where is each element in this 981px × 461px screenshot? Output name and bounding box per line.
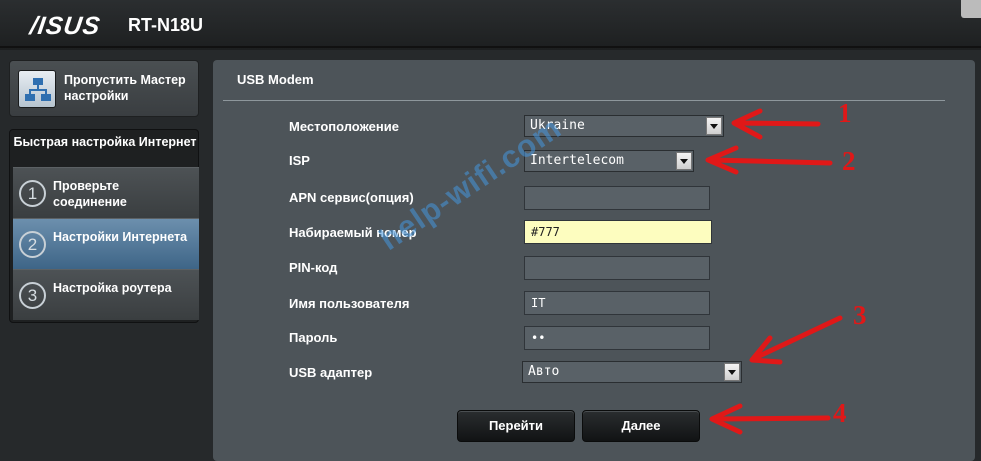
step-internet-settings[interactable]: 2 Настройки Интернета xyxy=(13,218,199,269)
step-label: Проверьте соединение xyxy=(53,179,127,209)
password-label: Пароль xyxy=(289,330,338,345)
network-icon xyxy=(18,70,56,108)
usb-adapter-select[interactable]: Авто xyxy=(522,361,742,383)
header-divider xyxy=(0,46,981,48)
skip-wizard-button[interactable]: Пропустить Мастер настройки xyxy=(9,60,199,117)
location-label: Местоположение xyxy=(289,119,399,134)
step-number: 1 xyxy=(19,180,46,207)
router-model: RT-N18U xyxy=(128,15,204,35)
pin-label: PIN-код xyxy=(289,260,338,275)
panel-title: USB Modem xyxy=(237,72,314,87)
skip-wizard-label: Пропустить Мастер настройки xyxy=(64,73,186,103)
chevron-down-icon[interactable] xyxy=(706,117,722,135)
apn-input[interactable] xyxy=(524,186,710,210)
isp-label: ISP xyxy=(289,153,310,168)
step-check-connection[interactable]: 1 Проверьте соединение xyxy=(13,167,199,218)
usb-adapter-label: USB адаптер xyxy=(289,365,373,380)
panel-divider xyxy=(223,100,945,101)
quick-setup-title: Быстрая настройка Интернет xyxy=(13,135,197,149)
username-input[interactable]: IT xyxy=(524,291,710,315)
usb-modem-panel: USB Modem Местоположение Ukraine ISP Int… xyxy=(213,60,975,461)
app-header: /ISUS RT-N18U xyxy=(0,0,981,50)
step-label: Настройки Интернета xyxy=(53,230,188,244)
dial-number-input[interactable]: #777 xyxy=(524,220,712,244)
location-value: Ukraine xyxy=(530,118,585,133)
step-number: 2 xyxy=(19,231,46,258)
location-select[interactable]: Ukraine xyxy=(524,115,724,137)
isp-value: Intertelecom xyxy=(530,153,624,168)
step-label: Настройка роутера xyxy=(53,281,172,295)
dial-number-label: Набираемый номер xyxy=(289,225,417,240)
next-button[interactable]: Далее xyxy=(582,410,700,442)
asus-logo: /ISUS xyxy=(28,12,103,40)
chevron-down-icon[interactable] xyxy=(676,152,692,170)
window-corner xyxy=(961,0,981,18)
username-label: Имя пользователя xyxy=(289,296,410,311)
apn-label: APN сервис(опция) xyxy=(289,190,414,205)
pin-input[interactable] xyxy=(524,256,710,280)
step-router-settings[interactable]: 3 Настройка роутера xyxy=(13,269,199,320)
password-input[interactable]: •• xyxy=(524,326,710,350)
chevron-down-icon[interactable] xyxy=(724,363,740,381)
isp-select[interactable]: Intertelecom xyxy=(524,150,694,172)
usb-adapter-value: Авто xyxy=(528,364,560,379)
quick-setup-panel: Быстрая настройка Интернет 1 Проверьте с… xyxy=(9,129,199,323)
step-number: 3 xyxy=(19,282,46,309)
go-button[interactable]: Перейти xyxy=(457,410,575,442)
